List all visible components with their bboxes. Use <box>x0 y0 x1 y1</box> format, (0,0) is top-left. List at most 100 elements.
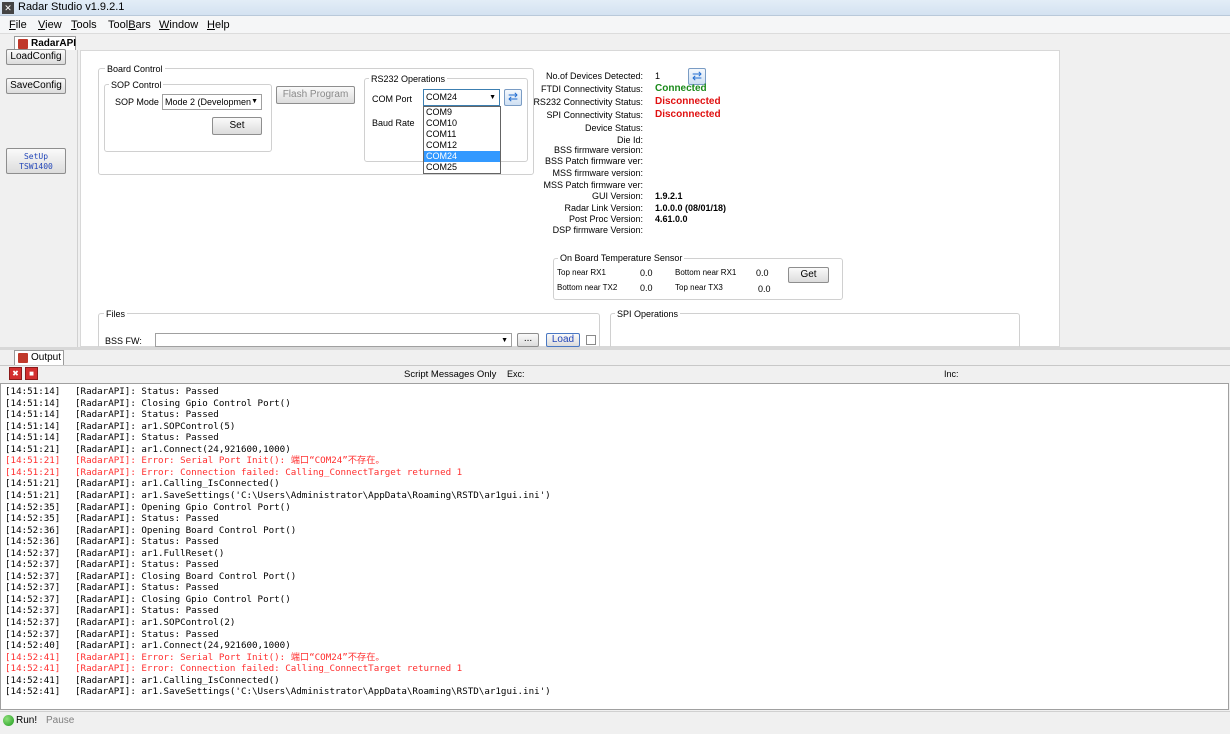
left-panel <box>0 50 78 347</box>
load-config-button[interactable]: LoadConfig <box>6 49 66 65</box>
com-option[interactable]: COM9 <box>424 107 500 118</box>
log-timestamp: [14:52:37] <box>5 547 61 559</box>
bss-patch-label: BSS Patch firmware ver: <box>544 156 643 166</box>
com-option[interactable]: COM12 <box>424 140 500 151</box>
devices-detected-value: 1 <box>655 71 661 81</box>
log-timestamp: [14:52:41] <box>5 663 61 675</box>
log-message: [RadarAPI]: Error: Connection failed: Ca… <box>75 663 463 675</box>
post-proc-value: 4.61.0.0 <box>655 214 688 224</box>
bss-fw-file-label: BSS FW: <box>105 336 142 346</box>
log-timestamp: [14:51:21] <box>5 478 61 490</box>
log-message: [RadarAPI]: ar1.FullReset() <box>75 547 225 559</box>
bss-fw-checkbox[interactable] <box>586 335 596 345</box>
exc-label: Exc: <box>507 369 525 379</box>
log-message: [RadarAPI]: ar1.Connect(24,921600,1000) <box>75 640 291 652</box>
bss-fw-file-select[interactable]: ▼ <box>155 333 512 347</box>
log-timestamp: [14:52:37] <box>5 593 61 605</box>
log-timestamp: [14:52:37] <box>5 617 61 628</box>
log-timestamp: [14:52:40] <box>5 640 61 652</box>
sop-mode-select[interactable]: Mode 2 (Developmen ▼ <box>162 94 262 110</box>
log-message: [RadarAPI]: Status: Passed <box>75 628 219 640</box>
log-message: [RadarAPI]: Status: Passed <box>75 409 219 421</box>
log-message: [RadarAPI]: ar1.SOPControl(5) <box>75 420 236 432</box>
device-status-label: Device Status: <box>584 123 643 133</box>
com-port-select[interactable]: COM24 ▼ <box>423 89 500 106</box>
tab-output-label: Output <box>31 352 62 363</box>
mss-patch-label: MSS Patch firmware ver: <box>543 180 643 190</box>
run-icon <box>3 715 14 726</box>
menu-view[interactable]: View <box>38 19 62 31</box>
mss-fw-version-label: MSS firmware version: <box>552 168 643 178</box>
devices-detected-label: No.of Devices Detected: <box>545 71 643 81</box>
stop-icon[interactable]: ■ <box>25 367 38 380</box>
bottom-tx2-label: Bottom near TX2 <box>557 283 618 292</box>
menu-tools[interactable]: Tools <box>71 19 97 31</box>
log-timestamp: [14:52:41] <box>5 651 61 663</box>
log-message: [RadarAPI]: Closing Board Control Port() <box>75 570 297 582</box>
output-tab-icon <box>18 353 28 363</box>
browse-bss-fw-button[interactable]: ... <box>517 333 539 347</box>
flash-program-button[interactable]: Flash Program <box>276 86 355 104</box>
inc-input[interactable] <box>962 367 1228 381</box>
tab-output[interactable]: Output <box>14 350 64 365</box>
output-log[interactable]: [14:51:14] [RadarAPI]: Status: Passed [14:… <box>0 383 1229 710</box>
ftdi-status-value: Connected <box>655 83 707 94</box>
save-config-button[interactable]: SaveConfig <box>6 78 66 94</box>
menu-file[interactable]: File <box>9 19 27 31</box>
post-proc-label: Post Proc Version: <box>568 214 643 224</box>
tab-radarapi-label: RadarAPI <box>31 38 77 49</box>
script-messages-only-toggle[interactable]: Script Messages Only <box>404 369 496 380</box>
status-bar <box>0 711 1230 734</box>
log-timestamp: [14:52:41] <box>5 674 61 686</box>
menu-toolbars[interactable]: ToolBars <box>108 19 151 31</box>
files-title: Files <box>104 309 128 319</box>
log-message: [RadarAPI]: ar1.SaveSettings('C:\Users\A… <box>75 686 551 698</box>
setup-line2: TSW1400 <box>19 162 53 171</box>
radar-link-label: Radar Link Version: <box>564 203 643 213</box>
clear-log-icon[interactable]: ✖ <box>9 367 22 380</box>
rs232-status-value: Disconnected <box>655 96 721 107</box>
radarapi-tab-icon <box>18 39 28 49</box>
dsp-fw-label: DSP firmware Version: <box>552 225 643 235</box>
log-timestamp: [14:52:37] <box>5 559 61 571</box>
log-timestamp: [14:51:14] <box>5 409 61 421</box>
log-message: [RadarAPI]: ar1.Calling_IsConnected() <box>75 478 280 490</box>
setup-tsw1400-button[interactable]: SetUp TSW1400 <box>6 148 66 174</box>
log-timestamp: [14:52:36] <box>5 536 61 548</box>
log-timestamp: [14:51:21] <box>5 443 61 455</box>
com-port-label: COM Port <box>372 94 413 104</box>
gui-version-value: 1.9.2.1 <box>655 191 683 201</box>
set-button[interactable]: Set <box>212 117 262 135</box>
menu-help[interactable]: Help <box>207 19 230 31</box>
exc-input[interactable] <box>525 367 940 381</box>
splitter[interactable] <box>0 347 1230 350</box>
top-tx3-label: Top near TX3 <box>675 283 723 292</box>
gui-version-label: GUI Version: <box>591 191 643 201</box>
com-port-value: COM24 <box>426 92 458 102</box>
com-option[interactable]: COM10 <box>424 118 500 129</box>
chevron-down-icon: ▼ <box>251 98 258 105</box>
log-message: [RadarAPI]: Error: Connection failed: Ca… <box>75 466 463 478</box>
com-port-dropdown-list[interactable]: COM9 COM10 COM11 COM12 COM24 COM25 <box>423 106 501 174</box>
menu-bar: File View Tools ToolBars Window Help <box>0 16 1230 34</box>
com-refresh-icon[interactable]: ⇄ <box>504 89 522 106</box>
log-timestamp: [14:51:14] <box>5 397 61 409</box>
log-message: [RadarAPI]: Status: Passed <box>75 605 219 617</box>
log-message: [RadarAPI]: Status: Passed <box>75 582 219 594</box>
pause-button[interactable]: Pause <box>46 715 74 726</box>
com-option[interactable]: COM11 <box>424 129 500 140</box>
run-button[interactable]: Run! <box>16 715 37 726</box>
com-option[interactable]: COM25 <box>424 162 500 173</box>
setup-line1: SetUp <box>23 152 49 161</box>
com-option[interactable]: COM24 <box>424 151 500 162</box>
load-bss-fw-button[interactable]: Load <box>546 333 580 347</box>
log-message: [RadarAPI]: Status: Passed <box>75 559 219 571</box>
menu-window[interactable]: Window <box>159 19 198 31</box>
log-message: [RadarAPI]: Status: Passed <box>75 513 219 525</box>
log-message: [RadarAPI]: Status: Passed <box>75 536 219 548</box>
get-temperature-button[interactable]: Get <box>788 267 829 283</box>
top-rx1-value: 0.0 <box>640 268 653 278</box>
right-gutter <box>1062 50 1230 347</box>
spi-operations-title: SPI Operations <box>615 309 681 319</box>
log-timestamp: [14:51:21] <box>5 455 61 467</box>
